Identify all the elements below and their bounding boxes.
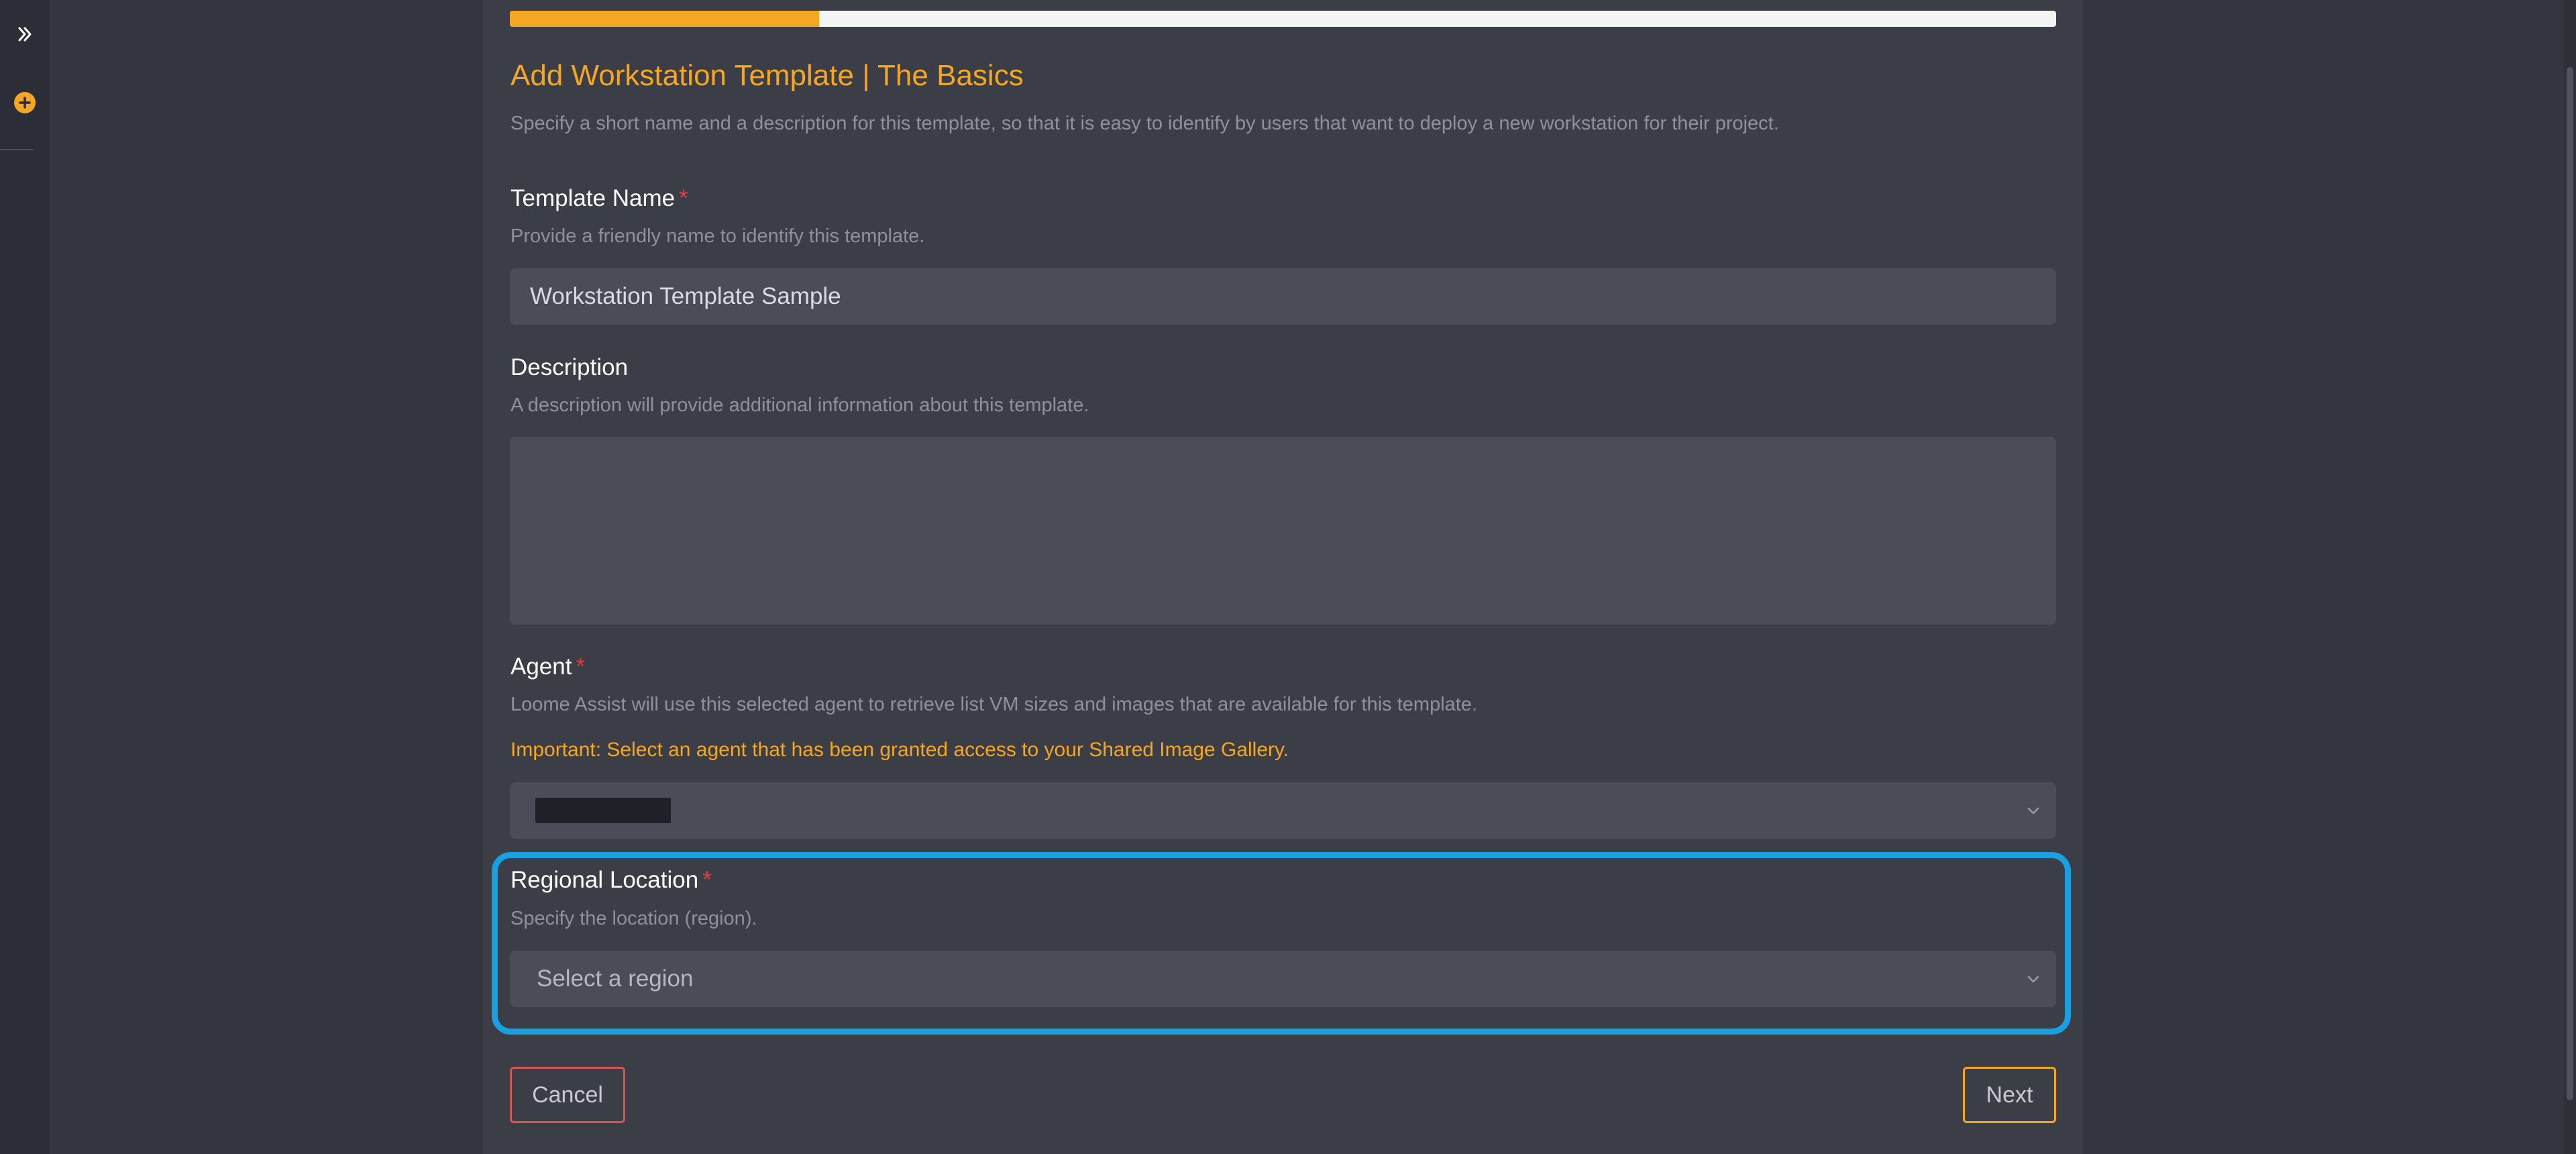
description-textarea[interactable] xyxy=(510,437,2056,625)
redacted-agent-value xyxy=(535,798,671,823)
plus-circle-icon xyxy=(19,97,31,109)
chevron-down-icon xyxy=(2027,807,2039,815)
description-label: Description xyxy=(511,354,629,380)
agent-warning: Important: Select an agent that has been… xyxy=(511,739,1289,761)
agent-label: Agent * xyxy=(511,653,585,680)
page-subtitle: Specify a short name and a description f… xyxy=(511,113,1779,134)
chevron-down-icon xyxy=(2027,976,2039,983)
template-name-input[interactable] xyxy=(510,268,2056,325)
wizard-progress-bar xyxy=(510,11,2056,27)
template-name-label-text: Template Name xyxy=(511,185,676,211)
cancel-button[interactable]: Cancel xyxy=(510,1067,625,1123)
nav-rail xyxy=(0,0,50,1154)
agent-help: Loome Assist will use this selected agen… xyxy=(511,694,1478,715)
scrollbar-thumb[interactable] xyxy=(2567,67,2573,1100)
region-label: Regional Location * xyxy=(511,867,712,894)
template-name-help: Provide a friendly name to identify this… xyxy=(511,225,925,247)
add-button[interactable] xyxy=(14,92,36,113)
page-title: Add Workstation Template | The Basics xyxy=(511,59,1024,92)
required-mark: * xyxy=(679,185,688,211)
agent-select[interactable] xyxy=(510,782,2056,839)
template-wizard-panel: Add Workstation Template | The Basics Sp… xyxy=(483,0,2083,1154)
region-help: Specify the location (region). xyxy=(511,908,757,929)
double-chevron-right-icon xyxy=(18,27,32,42)
required-mark: * xyxy=(702,867,712,893)
next-button[interactable]: Next xyxy=(1963,1067,2056,1123)
description-help: A description will provide additional in… xyxy=(511,395,1089,416)
expand-sidebar-button[interactable] xyxy=(9,19,40,50)
agent-label-text: Agent xyxy=(511,653,572,680)
region-select[interactable]: Select a region xyxy=(510,951,2056,1007)
progress-fill xyxy=(510,11,819,27)
nav-divider xyxy=(0,149,34,150)
page-scrollbar[interactable] xyxy=(2564,0,2576,1154)
required-mark: * xyxy=(576,653,586,680)
region-label-text: Regional Location xyxy=(511,867,699,893)
region-select-placeholder: Select a region xyxy=(537,965,694,992)
template-name-label: Template Name * xyxy=(511,185,688,212)
